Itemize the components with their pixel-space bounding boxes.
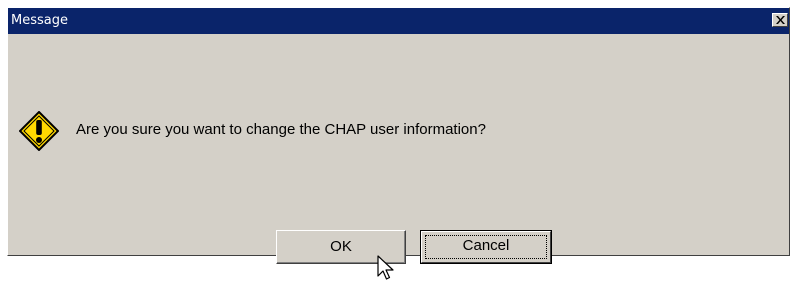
close-icon [776, 16, 785, 24]
dialog-title: Message [11, 13, 68, 28]
ok-button-label: OK [330, 238, 352, 255]
cancel-button[interactable]: Cancel [420, 230, 552, 264]
message-text: Are you sure you want to change the CHAP… [76, 121, 486, 138]
message-dialog: Message Are you sure you want to change … [7, 7, 790, 280]
cancel-button-label: Cancel [462, 237, 510, 254]
close-button[interactable] [772, 13, 788, 27]
warning-icon [19, 111, 59, 151]
mouse-cursor-icon [377, 255, 394, 280]
title-bar[interactable]: Message [8, 8, 789, 34]
